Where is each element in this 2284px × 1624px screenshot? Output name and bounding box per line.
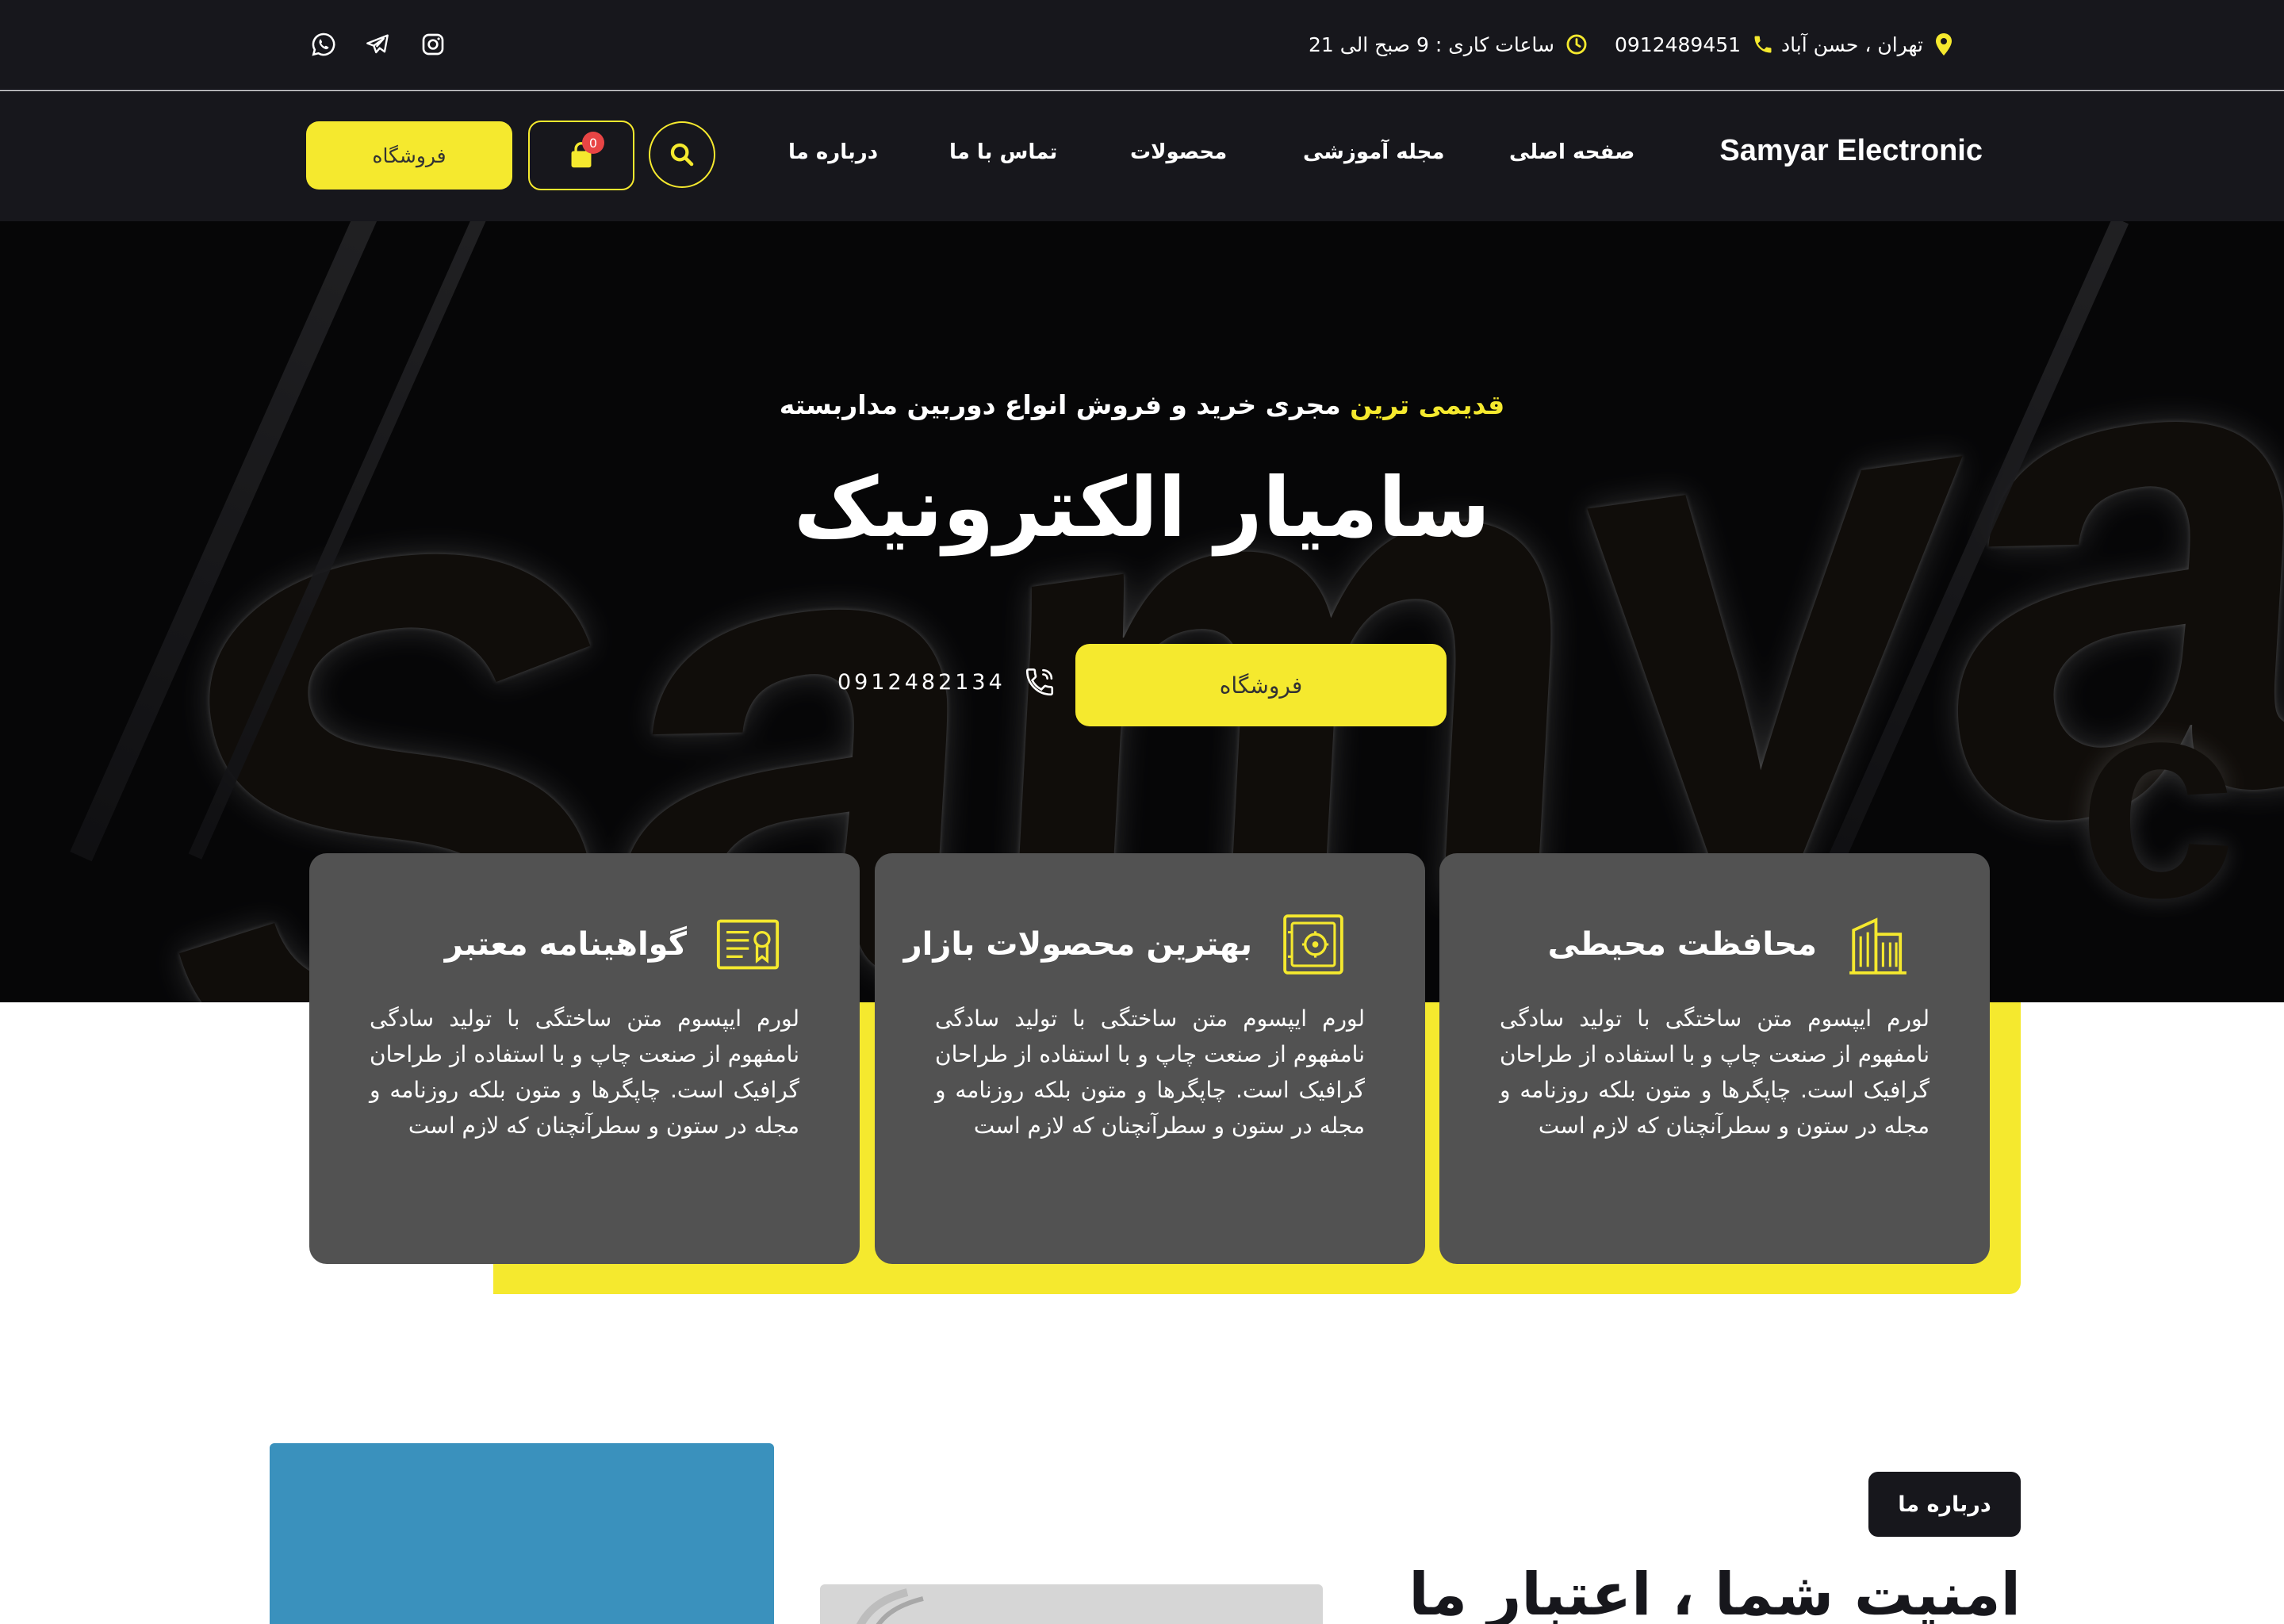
map-pin-icon (1935, 33, 1952, 56)
hours-text: ساعات کاری : 9 صبح الی 21 (1309, 33, 1554, 56)
feature-description: لورم ایپسوم متن ساختگی با تولید سادگی نا… (370, 1005, 799, 1139)
feature-card-certificate: گواهینامه معتبر لورم ایپسوم متن ساختگی ب… (309, 853, 860, 1264)
about-image-primary (270, 1443, 774, 1624)
cart-count-badge: 0 (582, 132, 604, 154)
feature-card-products: بهترین محصولات بازار لورم ایپسوم متن ساخ… (875, 853, 1425, 1264)
hero-phone-number: 0912482134 (837, 669, 1006, 695)
feature-title: گواهینامه معتبر (444, 926, 687, 963)
nav-item-home[interactable]: صفحه اصلی (1509, 140, 1634, 164)
feature-card-environment: محافظت محیطی لورم ایپسوم متن ساختگی با ت… (1439, 853, 1990, 1264)
nav-item-products[interactable]: محصولات (1130, 140, 1227, 164)
instagram-icon[interactable] (417, 29, 449, 60)
search-button[interactable] (649, 121, 715, 188)
hero-phone[interactable]: 0912482134 (837, 665, 1056, 699)
feature-description: لورم ایپسوم متن ساختگی با تولید سادگی نا… (935, 1005, 1365, 1139)
phone-text: 0912489451 (1615, 33, 1742, 56)
certificate-icon (716, 919, 780, 970)
phone-icon (1754, 36, 1772, 53)
phone-ringing-icon (1025, 668, 1053, 696)
main-navbar: Samyar Electronic صفحه اصلی مجله آموزشی … (0, 91, 2284, 221)
telegram-icon[interactable] (362, 29, 393, 60)
location-info: تهران ، حسن آباد (1781, 27, 1953, 62)
hours-info: ساعات کاری : 9 صبح الی 21 (1309, 27, 1588, 62)
nav-item-contact[interactable]: تماس با ما (949, 140, 1057, 164)
hero-subtitle-highlight: قدیمی ترین (1350, 389, 1505, 420)
building-icon (1849, 917, 1907, 975)
feature-title: بهترین محصولات بازار (903, 926, 1252, 963)
safe-icon (1283, 914, 1343, 975)
hero-subtitle: قدیمی ترین مجری خرید و فروش انواع دوربین… (0, 389, 2284, 420)
hero-subtitle-rest: مجری خرید و فروش انواع دوربین مداربسته (779, 389, 1351, 420)
shop-button[interactable]: فروشگاه (306, 121, 512, 190)
cart-button[interactable]: 0 (528, 121, 634, 190)
about-section-badge: درباره ما (1868, 1472, 2021, 1537)
brand-logo[interactable]: Samyar Electronic (1719, 134, 1983, 168)
clock-icon (1566, 34, 1587, 55)
about-section-title: امنیت شما ، اعتبار ما (1408, 1561, 2021, 1624)
whatsapp-icon[interactable] (308, 29, 339, 60)
nav-item-blog[interactable]: مجله آموزشی (1303, 140, 1444, 164)
hero-title: سامیار الکترونیک (793, 459, 1491, 556)
feature-description: لورم ایپسوم متن ساختگی با تولید سادگی نا… (1500, 1005, 1930, 1139)
about-image-secondary-detail (856, 1588, 924, 1624)
top-bar: تهران ، حسن آباد 0912489451 ساعات کاری :… (0, 0, 2284, 90)
phone-info[interactable]: 0912489451 (1615, 27, 1774, 62)
hero-shop-button[interactable]: فروشگاه (1075, 644, 1447, 726)
location-text: تهران ، حسن آباد (1781, 33, 1923, 56)
about-image-secondary (820, 1584, 1323, 1624)
feature-title: محافظت محیطی (1547, 926, 1817, 963)
nav-item-about[interactable]: درباره ما (788, 140, 878, 164)
search-icon (670, 143, 694, 167)
